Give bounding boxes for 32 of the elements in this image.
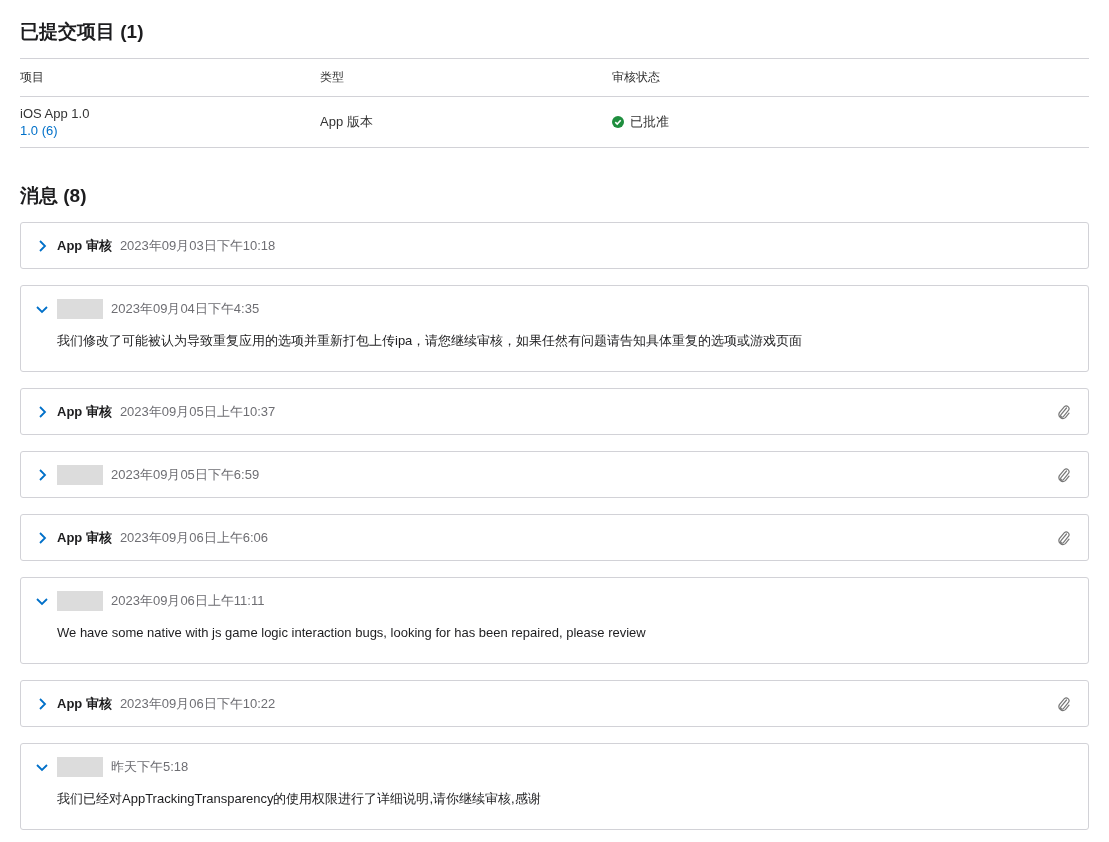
- paperclip-icon[interactable]: [1056, 466, 1072, 483]
- section-title: 已提交项目 (1): [20, 20, 145, 44]
- message-date: 2023年09月04日下午4:35: [111, 299, 260, 318]
- column-header: 审核状态: [612, 59, 1089, 97]
- build-link[interactable]: 1.0 (6): [20, 123, 58, 138]
- item-name: iOS App 1.0: [20, 106, 90, 121]
- message-text: We have some native with js game logic interaction bugs, looking for has been repaired, please review: [56, 624, 647, 642]
- message-date: 昨天下午5:18: [111, 757, 189, 776]
- paperclip-icon[interactable]: [1056, 403, 1072, 420]
- sender-name: App 审核: [57, 236, 112, 255]
- status-text: 已批准: [630, 113, 669, 131]
- redacted-block: [57, 298, 103, 319]
- column-header: 类型: [320, 59, 612, 97]
- redacted-block: [57, 756, 103, 777]
- message-text: 我们已经对AppTrackingTransparency的使用权限进行了详细说明,请你继续审核,感谢: [56, 790, 542, 808]
- sender-name: App 审核: [57, 694, 112, 713]
- paperclip-icon[interactable]: [1056, 529, 1072, 546]
- column-header: 项目: [20, 59, 320, 97]
- sender-name: App 审核: [57, 402, 112, 421]
- redacted-block: [57, 590, 103, 611]
- message-date: 2023年09月05日上午10:37: [119, 402, 276, 421]
- message-date: 2023年09月06日上午11:11: [111, 591, 265, 610]
- message-date: 2023年09月06日上午6:06: [119, 528, 269, 547]
- paperclip-icon[interactable]: [1056, 695, 1072, 712]
- sender-name: App 审核: [57, 528, 112, 547]
- message-date: 2023年09月05日下午6:59: [111, 465, 260, 484]
- message-date: 2023年09月06日下午10:22: [119, 694, 276, 713]
- section-title: 消息 (8): [20, 184, 88, 208]
- table-cell: App 版本: [320, 113, 373, 131]
- message-date: 2023年09月03日下午10:18: [119, 236, 276, 255]
- message-text: 我们修改了可能被认为导致重复应用的选项并重新打包上传ipa，请您继续审核，如果任然有问题请告知具体重复的选项或游戏页面: [56, 332, 804, 350]
- redacted-block: [57, 464, 103, 485]
